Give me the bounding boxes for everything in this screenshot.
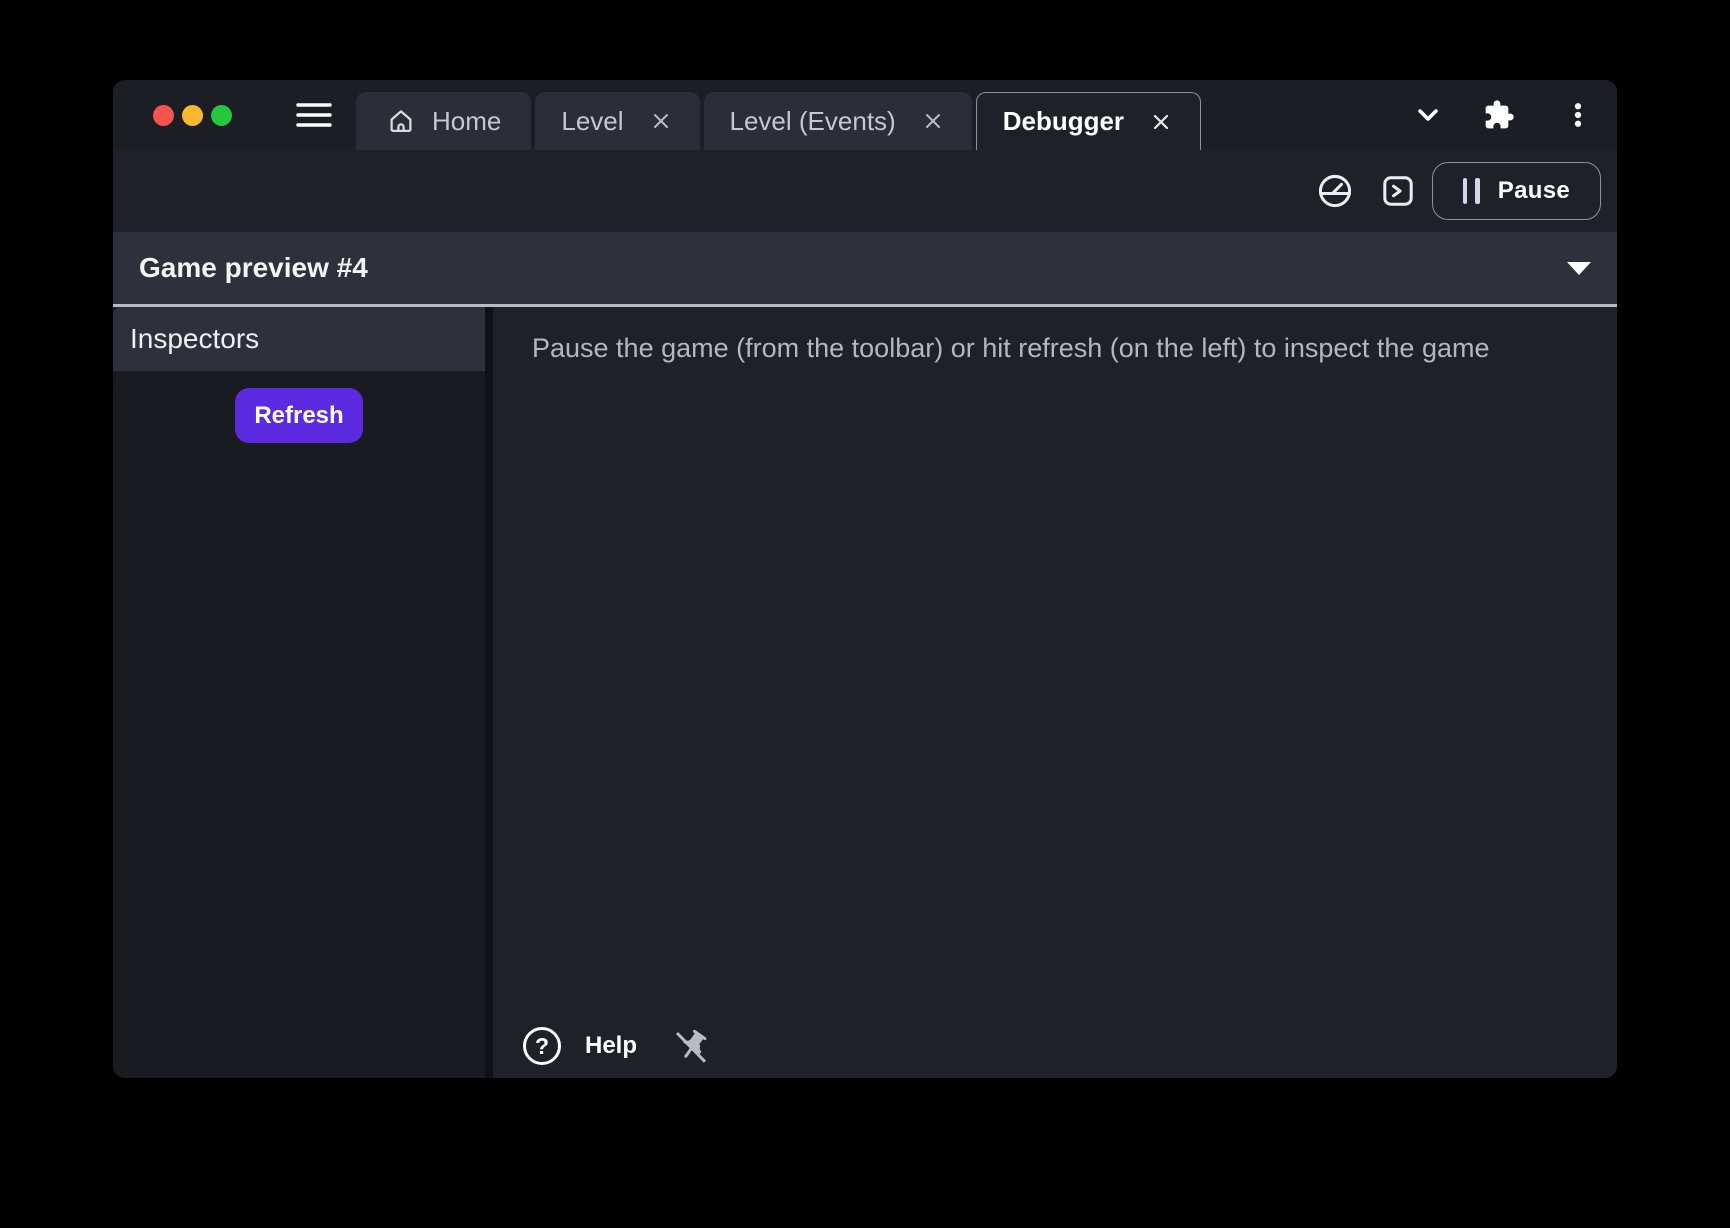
- minimize-window-button[interactable]: [182, 104, 203, 126]
- close-window-button[interactable]: [153, 104, 174, 126]
- profiler-gauge-icon[interactable]: [1316, 172, 1354, 210]
- panel-footer: ? Help: [493, 1026, 1617, 1078]
- game-preview-title: Game preview #4: [139, 252, 368, 283]
- close-icon[interactable]: [648, 108, 674, 134]
- chevron-down-icon[interactable]: [1413, 101, 1443, 129]
- menu-icon[interactable]: [296, 101, 332, 129]
- content-area: Inspectors Refresh Pause the game (from …: [113, 307, 1617, 1078]
- console-icon[interactable]: [1380, 173, 1416, 209]
- extensions-puzzle-icon[interactable]: [1483, 99, 1515, 131]
- inspector-panel: Pause the game (from the toolbar) or hit…: [493, 307, 1617, 1078]
- inspector-hint-message: Pause the game (from the toolbar) or hit…: [532, 333, 1490, 363]
- inspectors-header: Inspectors: [113, 307, 485, 371]
- dropdown-caret-icon[interactable]: [1567, 261, 1591, 275]
- pause-icon: [1462, 178, 1480, 204]
- sidebar-resize-divider[interactable]: [485, 307, 493, 1078]
- pause-button[interactable]: Pause: [1431, 162, 1601, 220]
- zoom-window-button[interactable]: [211, 104, 232, 126]
- unpin-icon[interactable]: [671, 1026, 711, 1066]
- refresh-button[interactable]: Refresh: [235, 388, 363, 443]
- tab-label: Level (Events): [729, 105, 896, 136]
- tab-level-events[interactable]: Level (Events): [703, 92, 972, 150]
- kebab-menu-icon[interactable]: [1563, 100, 1593, 130]
- help-icon: ?: [523, 1027, 561, 1065]
- inspectors-sidebar: Inspectors Refresh: [113, 307, 485, 1078]
- close-icon[interactable]: [920, 108, 946, 134]
- tab-debugger[interactable]: Debugger: [975, 92, 1202, 150]
- window-controls: [153, 104, 232, 126]
- game-preview-selector[interactable]: Game preview #4: [113, 232, 1617, 307]
- help-button[interactable]: ? Help: [523, 1027, 637, 1065]
- tabbar-actions: [1413, 99, 1593, 131]
- tab-label: Debugger: [1002, 106, 1125, 136]
- debugger-window: Home Level Level (Events) Debugger Pause…: [113, 80, 1617, 1078]
- pause-button-label: Pause: [1497, 177, 1570, 204]
- home-icon: [386, 106, 416, 136]
- tab-home[interactable]: Home: [356, 92, 532, 150]
- tab-label: Level: [561, 105, 624, 136]
- debugger-toolbar: Pause: [113, 150, 1617, 232]
- tab-bar: Home Level Level (Events) Debugger: [113, 80, 1617, 150]
- tab-label: Home: [432, 105, 502, 136]
- help-label: Help: [585, 1032, 638, 1059]
- tab-level[interactable]: Level: [535, 92, 700, 150]
- close-icon[interactable]: [1148, 109, 1174, 135]
